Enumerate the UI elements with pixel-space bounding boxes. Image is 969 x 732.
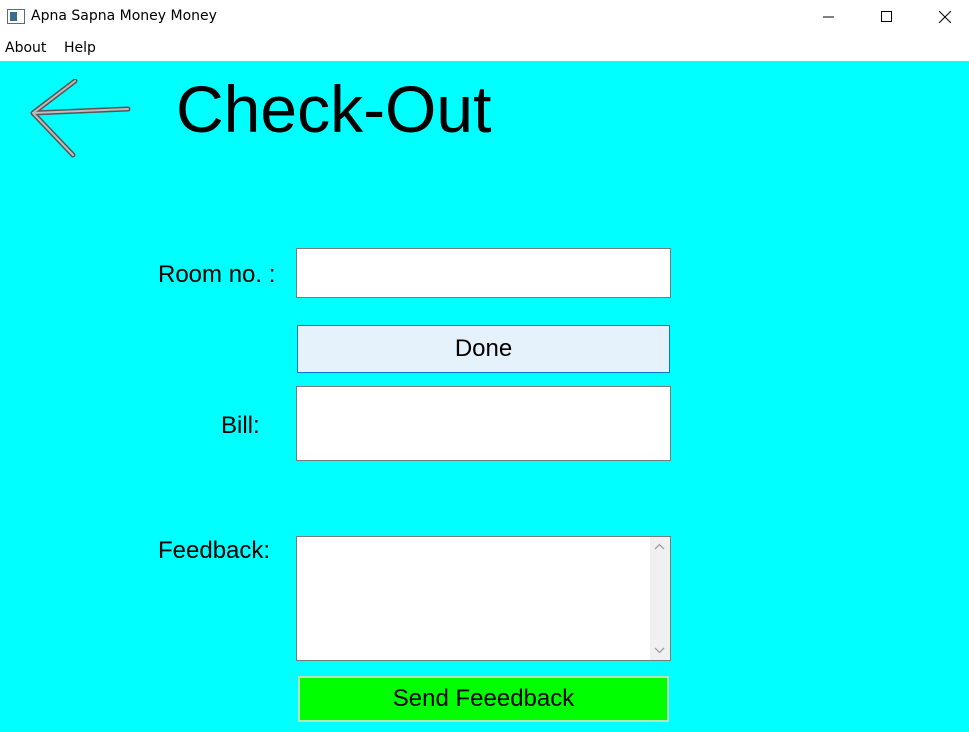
feedback-label: Feedback: (158, 537, 271, 564)
page-title: Check-Out (176, 72, 492, 146)
minimize-icon (823, 16, 834, 18)
window-title: Apna Sapna Money Money (31, 8, 217, 24)
bill-input[interactable] (296, 386, 671, 461)
feedback-textarea[interactable] (296, 536, 671, 661)
done-button[interactable]: Done (297, 325, 670, 373)
close-button[interactable] (916, 0, 969, 34)
menu-about[interactable]: About (5, 40, 46, 56)
send-feedback-button[interactable]: Send Feeedback (298, 676, 669, 722)
scroll-up-icon[interactable] (654, 543, 665, 550)
title-bar: Apna Sapna Money Money (0, 0, 969, 34)
menu-help[interactable]: Help (64, 40, 96, 56)
menu-bar: About Help (0, 34, 969, 61)
checkout-panel: Check-Out Room no. : Done Bill: Feedback… (0, 61, 969, 732)
feedback-scrollbar[interactable] (650, 537, 670, 660)
maximize-icon (881, 11, 892, 22)
app-icon (7, 9, 25, 24)
room-input[interactable] (296, 248, 671, 298)
room-label: Room no. : (158, 261, 276, 288)
maximize-button[interactable] (858, 0, 916, 34)
back-arrow-icon[interactable] (25, 79, 133, 159)
minimize-button[interactable] (800, 0, 858, 34)
scroll-down-icon[interactable] (654, 647, 665, 654)
close-icon (939, 11, 951, 23)
bill-label: Bill: (221, 412, 260, 439)
